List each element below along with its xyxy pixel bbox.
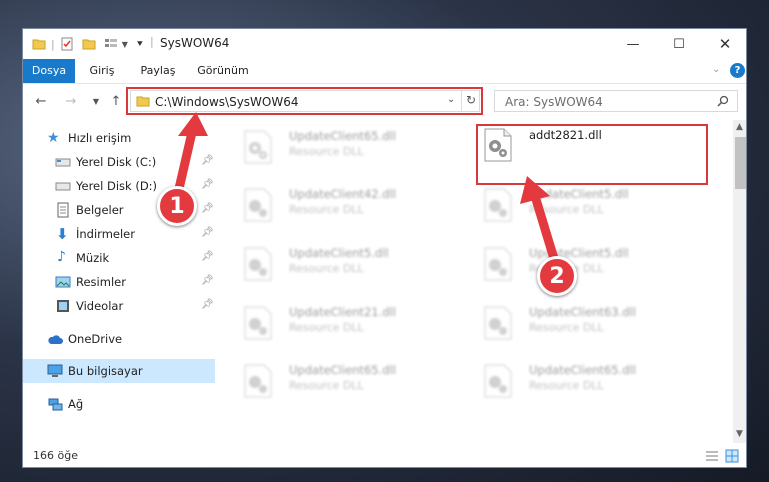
arrow-2-head (520, 176, 550, 204)
step-badge-1: 1 (157, 186, 197, 226)
annotation-arrows (173, 112, 560, 267)
arrow-1 (173, 123, 198, 198)
step-badge-2: 2 (537, 256, 577, 296)
arrow-2 (530, 191, 560, 267)
arrow-1-head (178, 112, 208, 136)
